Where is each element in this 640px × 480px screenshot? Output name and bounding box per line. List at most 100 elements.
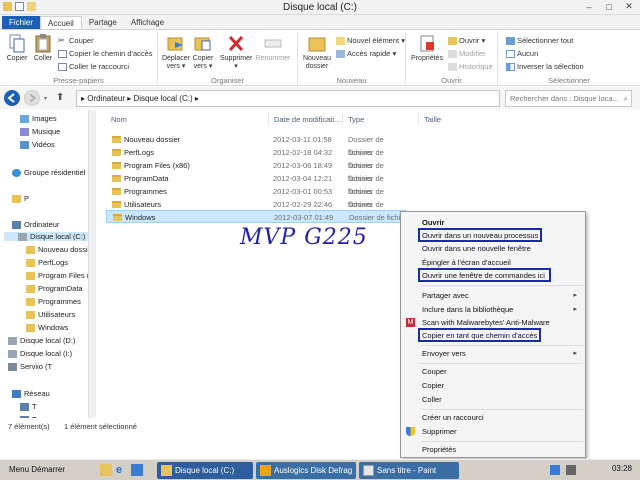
copy-button[interactable]: Copier bbox=[4, 34, 30, 63]
menu-item-include-library[interactable]: Inclure dans la bibliothèque bbox=[422, 305, 513, 314]
nav-item-ordinateur[interactable]: Ordinateur bbox=[12, 220, 59, 229]
menu-item-new-window[interactable]: Ouvrir dans une nouvelle fenêtre bbox=[422, 244, 531, 253]
tab-accueil[interactable]: Accueil bbox=[40, 16, 82, 29]
close-button[interactable]: ✕ bbox=[620, 1, 638, 12]
nav-item-programmes[interactable]: Programmes bbox=[26, 297, 81, 306]
nav-item-videos[interactable]: Vidéos bbox=[20, 140, 55, 149]
search-input[interactable]: Rechercher dans : Disque loca... ⌕ bbox=[505, 90, 632, 107]
invert-selection-button[interactable]: Inverser la sélection bbox=[506, 62, 584, 71]
copy-to-button[interactable]: Copier vers ▾ bbox=[190, 34, 216, 71]
nav-scrollbar[interactable] bbox=[88, 110, 96, 418]
history-button[interactable]: Historique bbox=[448, 62, 493, 71]
nav-item-nouveau-dossier[interactable]: Nouveau dossi bbox=[26, 245, 88, 254]
explorer-quicklaunch-icon[interactable] bbox=[100, 464, 112, 476]
delete-button[interactable]: Supprimer ▾ bbox=[220, 34, 252, 71]
new-item-icon bbox=[336, 36, 345, 45]
select-all-button[interactable]: Sélectionner tout bbox=[506, 36, 573, 45]
nav-item-disque-d[interactable]: Disque local (D:) bbox=[8, 336, 75, 345]
new-item-button[interactable]: Nouvel élément ▾ bbox=[336, 36, 405, 45]
nav-item-reseau[interactable]: Réseau bbox=[12, 389, 50, 398]
move-to-button[interactable]: Déplacer vers ▾ bbox=[160, 34, 192, 71]
nav-item-musique[interactable]: Musique bbox=[20, 127, 60, 136]
cut-button[interactable]: ✂ Couper bbox=[58, 36, 94, 45]
file-row[interactable]: PerfLogs 2012-02-18 04:32 Dossier de fichi… bbox=[106, 146, 406, 170]
taskbar-task-explorer[interactable]: Disque local (C:) bbox=[157, 462, 253, 479]
file-row[interactable]: Programmes 2012-03-01 00:53 Dossier de fic… bbox=[106, 185, 406, 209]
edit-button[interactable]: Modifier bbox=[448, 49, 486, 58]
nav-item-utilisateurs[interactable]: Utilisateurs bbox=[26, 310, 75, 319]
menu-item-share-with[interactable]: Partager avec bbox=[422, 291, 469, 300]
nav-item-images[interactable]: Images bbox=[20, 114, 57, 123]
copy-label: Copier bbox=[6, 55, 28, 62]
properties-button[interactable]: Propriétés bbox=[410, 34, 444, 63]
nav-item-groupe[interactable]: Groupe résidentiel bbox=[12, 168, 85, 177]
nav-item-programdata[interactable]: ProgramData bbox=[26, 284, 83, 293]
move-folder-icon bbox=[167, 37, 183, 51]
paste-shortcut-button[interactable]: Coller le raccourci bbox=[58, 62, 129, 71]
menu-item-delete[interactable]: Supprimer bbox=[422, 427, 457, 436]
search-icon: ⌕ bbox=[623, 94, 628, 103]
file-date: 2012-03-01 00:53 bbox=[273, 187, 333, 196]
recent-locations-icon[interactable]: ▾ bbox=[44, 95, 47, 102]
tab-partage[interactable]: Partage bbox=[82, 16, 124, 29]
properties-label: Propriétés bbox=[411, 55, 443, 62]
user-folder-icon bbox=[12, 194, 21, 203]
quick-access-button[interactable]: Accès rapide ▾ bbox=[336, 49, 396, 58]
open-icon bbox=[448, 36, 457, 45]
menu-item-copy[interactable]: Copier bbox=[422, 381, 444, 390]
column-header-size[interactable]: Taille bbox=[424, 115, 441, 124]
file-row[interactable]: Program Files (x86) 2012-03-06 18:49 Dossi… bbox=[106, 159, 406, 183]
nav-item-program-files[interactable]: Program Files ( bbox=[26, 271, 89, 280]
address-bar[interactable]: ▸ Ordinateur ▸ Disque local (C:) ▸ bbox=[76, 90, 500, 107]
menu-separator bbox=[421, 409, 583, 410]
menu-item-create-shortcut[interactable]: Créer un raccourci bbox=[422, 413, 484, 422]
menu-item-malwarebytes[interactable]: Scan with Malwarebytes' Anti-Malware bbox=[422, 318, 550, 327]
minimize-button[interactable]: – bbox=[580, 1, 598, 12]
menu-item-paste[interactable]: Coller bbox=[422, 395, 442, 404]
clock[interactable]: 03:28 bbox=[612, 464, 632, 473]
ie-quicklaunch-icon[interactable]: e bbox=[116, 464, 128, 476]
open-button[interactable]: Ouvrir ▾ bbox=[448, 36, 485, 45]
nav-item-windows[interactable]: Windows bbox=[26, 323, 68, 332]
ribbon: Copier Coller ✂ Couper Copier le chemin … bbox=[0, 29, 640, 86]
start-menu-button[interactable]: Menu Démarrer bbox=[3, 462, 71, 478]
taskbar-task-paint[interactable]: Sans titre - Paint bbox=[359, 462, 459, 479]
new-folder-button[interactable]: Nouveau dossier bbox=[300, 34, 334, 71]
highlight-box-copy-as-path bbox=[418, 328, 541, 342]
column-header-name[interactable]: Nom bbox=[111, 115, 127, 124]
network-tray-icon[interactable] bbox=[550, 465, 560, 475]
tab-fichier[interactable]: Fichier bbox=[2, 16, 41, 29]
desktop-quicklaunch-icon[interactable] bbox=[131, 464, 143, 476]
nav-label: Réseau bbox=[24, 389, 50, 398]
back-button[interactable] bbox=[4, 90, 20, 106]
file-row-selected[interactable]: Windows 2012-03-07 01:49 Dossier de fichi bbox=[106, 210, 406, 223]
nav-item-disque-c[interactable]: Disque local (C:) bbox=[4, 232, 90, 241]
nav-label: Windows bbox=[38, 323, 69, 332]
rename-button[interactable]: Renommer bbox=[254, 34, 292, 63]
nav-item-serviio[interactable]: Serviio (T bbox=[8, 362, 52, 371]
nav-item-user[interactable]: P bbox=[12, 194, 29, 203]
taskbar-task-defrag[interactable]: Auslogics Disk Defrag bbox=[256, 462, 356, 479]
forward-button[interactable] bbox=[24, 90, 40, 106]
menu-item-properties[interactable]: Propriétés bbox=[422, 445, 456, 454]
maximize-button[interactable]: □ bbox=[600, 1, 618, 12]
nav-item-perflogs[interactable]: PerfLogs bbox=[26, 258, 68, 267]
copy-path-button[interactable]: Copier le chemin d'accès bbox=[58, 49, 153, 58]
task-label: Auslogics Disk Defrag bbox=[274, 466, 353, 475]
file-row[interactable]: Nouveau dossier 2012-03-11 01:58 Dossier d… bbox=[106, 133, 406, 157]
menu-item-send-to[interactable]: Envoyer vers bbox=[422, 349, 466, 358]
task-label: Disque local (C:) bbox=[175, 466, 235, 475]
paste-button[interactable]: Coller bbox=[30, 34, 56, 63]
up-button[interactable]: ⬆ bbox=[56, 92, 64, 103]
nav-item-network-t1[interactable]: T bbox=[20, 402, 37, 411]
menu-item-pin-start[interactable]: Épingler à l'écran d'accueil bbox=[422, 258, 511, 267]
column-header-type[interactable]: Type bbox=[348, 115, 364, 124]
tab-affichage[interactable]: Affichage bbox=[124, 16, 171, 29]
menu-item-cut[interactable]: Couper bbox=[422, 367, 447, 376]
volume-tray-icon[interactable] bbox=[566, 465, 576, 475]
file-row[interactable]: ProgramData 2012-03-04 12:21 Dossier de fi… bbox=[106, 172, 406, 196]
column-header-date[interactable]: Date de modificati... bbox=[274, 115, 340, 124]
menu-item-ouvrir[interactable]: Ouvrir bbox=[422, 218, 445, 227]
nav-item-disque-i[interactable]: Disque local (I:) bbox=[8, 349, 72, 358]
select-none-button[interactable]: Aucun bbox=[506, 49, 538, 58]
